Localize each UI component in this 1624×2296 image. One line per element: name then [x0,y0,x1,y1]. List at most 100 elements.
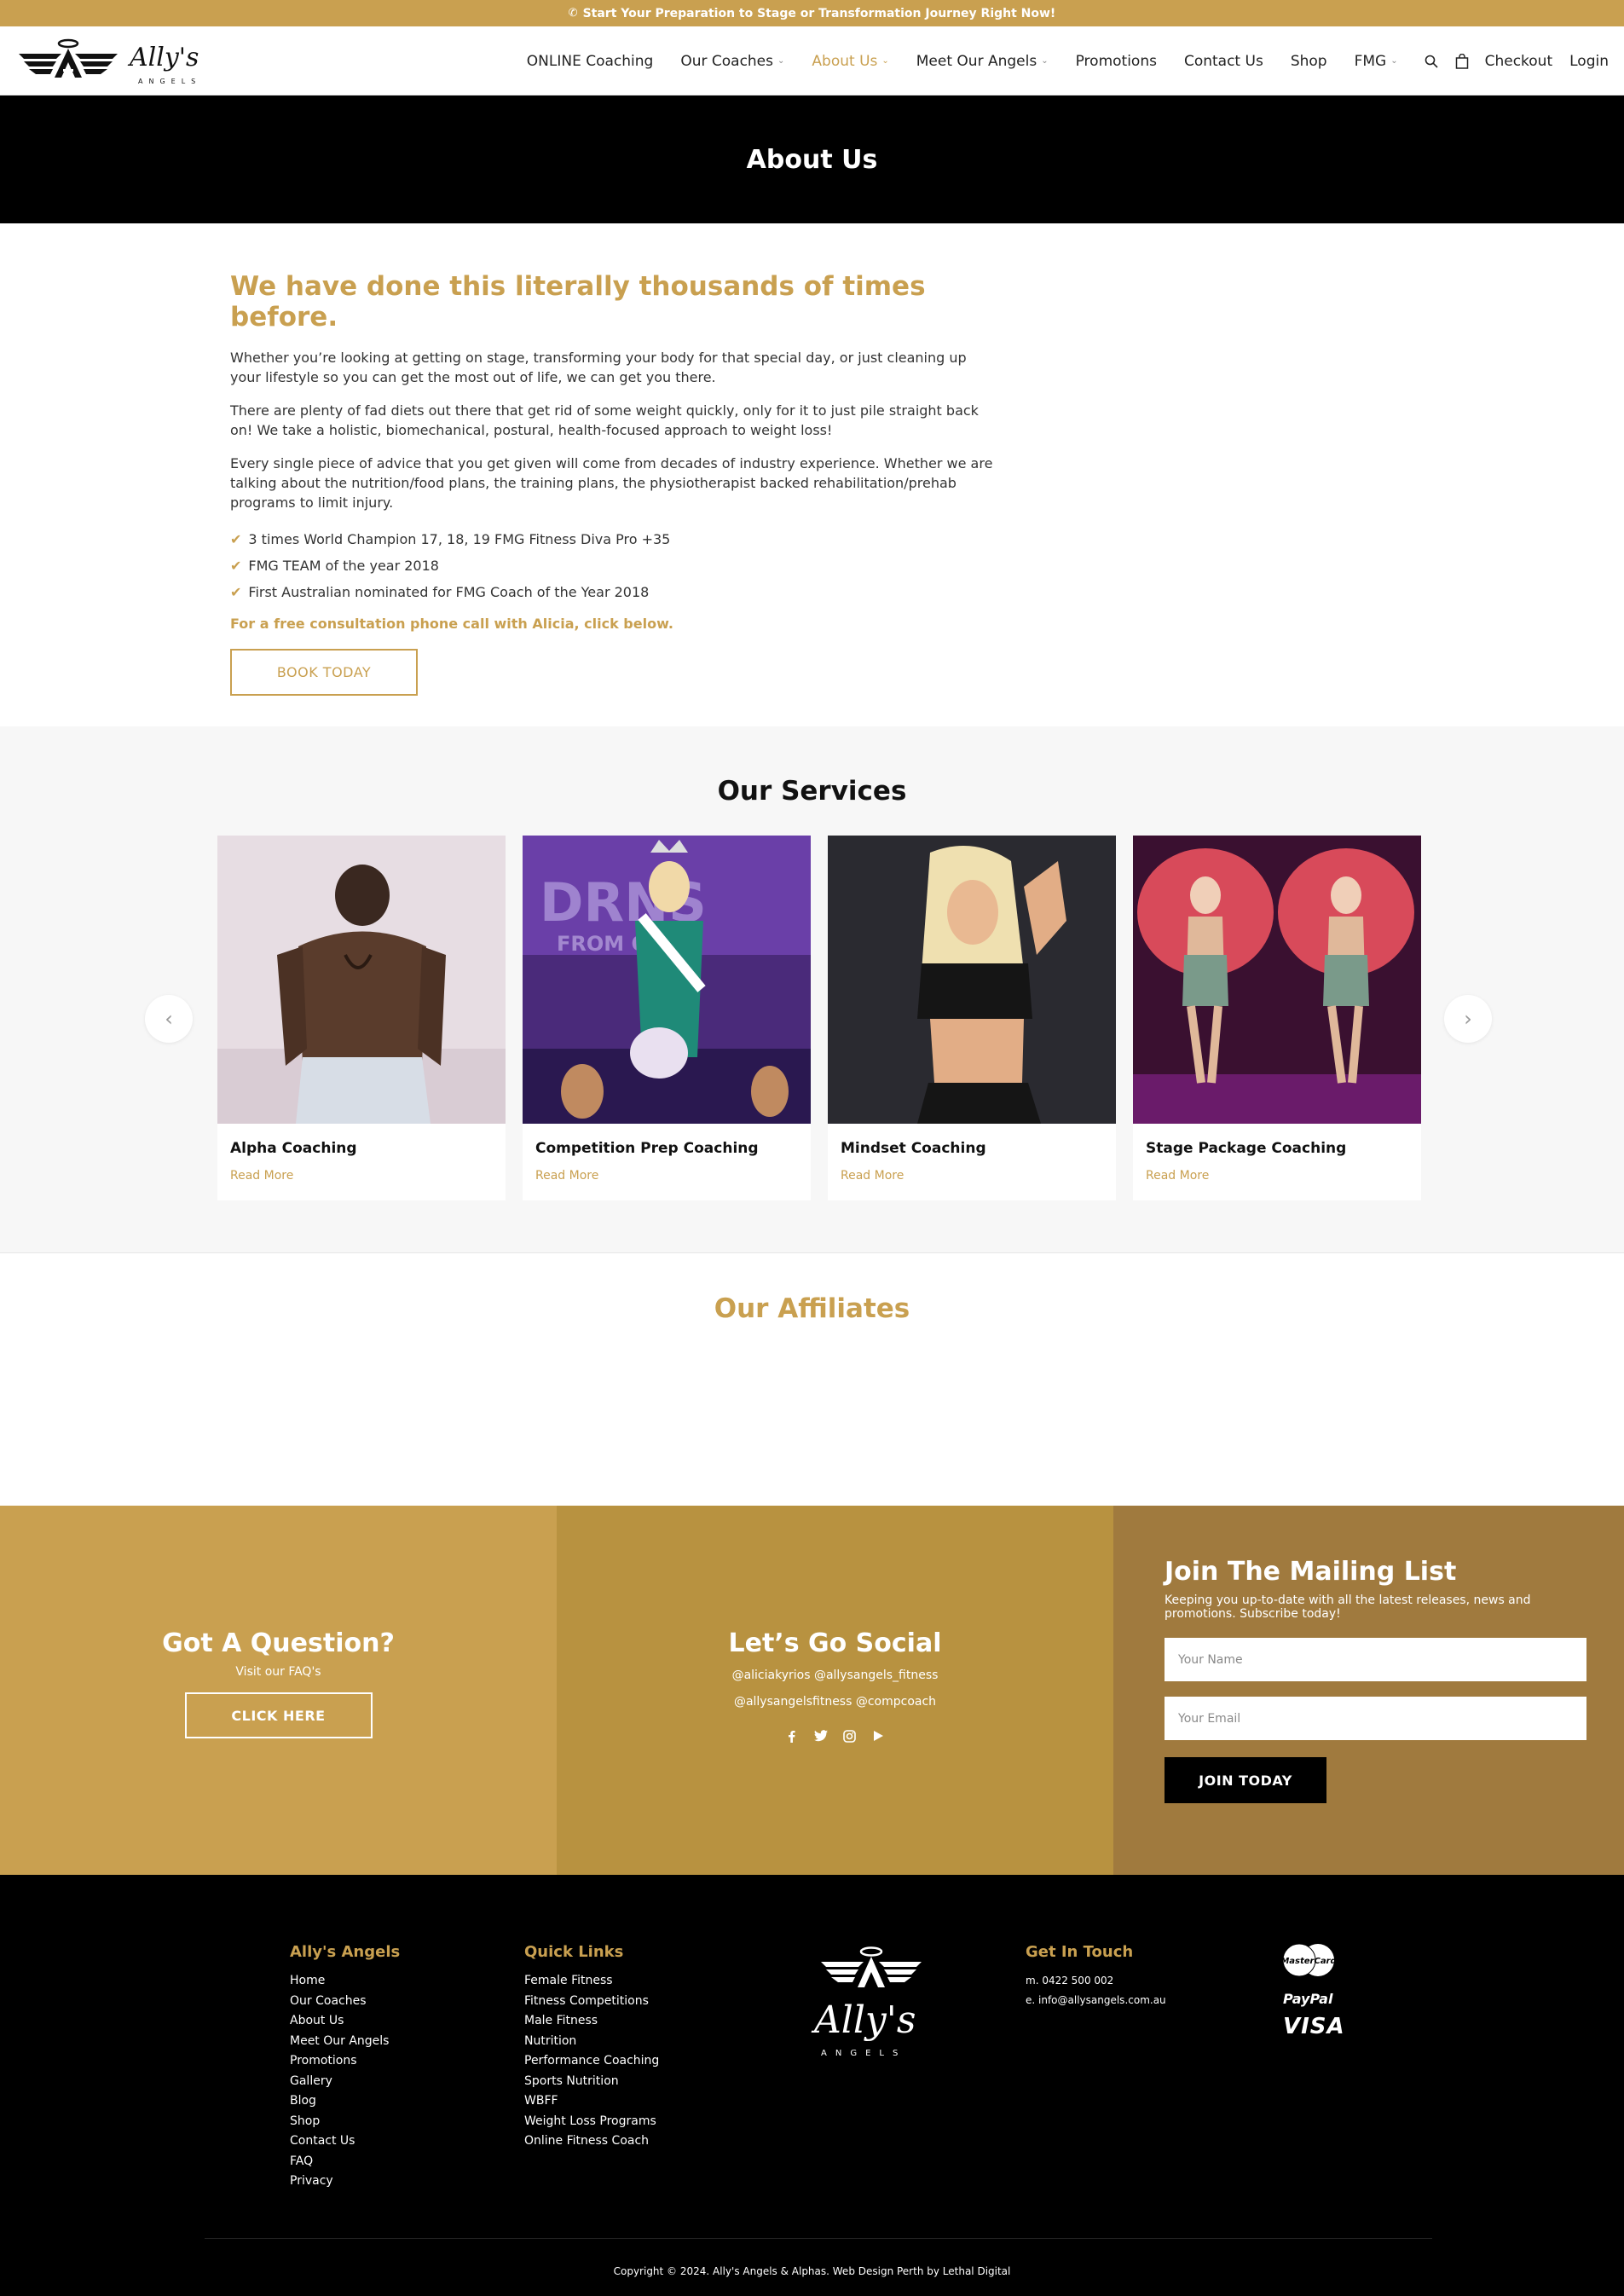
service-image: DRNS FROM ON [523,836,811,1124]
footer-link-sports-nutrition[interactable]: Sports Nutrition [524,2072,659,2092]
service-card[interactable]: DRNS FROM ON Competition Prep Coaching R… [523,836,811,1200]
footer-link-gallery[interactable]: Gallery [290,2072,400,2092]
service-card[interactable]: Alpha Coaching Read More [217,836,506,1200]
svg-text:Ally's: Ally's [811,1998,916,2042]
nav-our-coaches[interactable]: Our Coaches ⌄ [680,53,784,70]
svg-text:Ally's: Ally's [127,43,199,72]
read-more-link[interactable]: Read More [828,1157,1116,1183]
service-card[interactable]: Mindset Coaching Read More [828,836,1116,1200]
footer-link-online-fitness-coach[interactable]: Online Fitness Coach [524,2131,659,2152]
announcement-bar[interactable]: ✆ Start Your Preparation to Stage or Tra… [0,0,1624,26]
faq-click-here-button[interactable]: CLICK HERE [184,1692,373,1738]
faq-subtitle: Visit our FAQ's [235,1665,321,1679]
footer-col-allys-angels: Ally's Angels Home Our Coaches About Us … [290,1943,400,2192]
name-field[interactable]: Your Name [1165,1638,1586,1681]
footer-link-about-us[interactable]: About Us [290,2011,400,2032]
footer-link-promotions[interactable]: Promotions [290,2051,400,2072]
social-icons [557,1729,1113,1743]
list-item: ✔ FMG TEAM of the year 2018 [230,552,997,579]
site-header: Ally's ANGELS ONLINE Coaching Our Coache… [0,26,1624,95]
footer-link-contact-us[interactable]: Contact Us [290,2131,400,2152]
join-today-button[interactable]: JOIN TODAY [1165,1757,1326,1803]
service-title: Competition Prep Coaching [535,1140,759,1157]
mastercard-icon: MasterCard [1280,1943,1338,1977]
svg-text:ANGELS: ANGELS [138,78,201,85]
affiliates-section: Our Affiliates [0,1254,1624,1506]
read-more-link[interactable]: Read More [523,1157,811,1183]
read-more-link[interactable]: Read More [1133,1157,1421,1183]
list-item-text: FMG TEAM of the year 2018 [248,558,439,574]
nav-label: FMG [1354,52,1387,70]
check-icon: ✔ [230,584,242,600]
footer-link-faq[interactable]: FAQ [290,2152,400,2172]
chevron-down-icon: ⌄ [1041,56,1049,66]
footer-link-weight-loss-programs[interactable]: Weight Loss Programs [524,2112,659,2132]
twitter-icon[interactable] [813,1729,828,1743]
mailing-description: Keeping you up-to-date with all the late… [1165,1593,1531,1621]
nav-promotions[interactable]: Promotions [1076,53,1157,70]
svg-text:ANGELS: ANGELS [821,2049,906,2058]
nav-online-coaching[interactable]: ONLINE Coaching [527,53,654,70]
footer-heading: Quick Links [524,1943,624,1961]
copyright-text: Copyright © 2024. Ally's Angels & Alphas… [613,2265,1011,2277]
services-carousel: Alpha Coaching Read More DRNS FROM ON Co… [217,836,1421,1200]
service-card[interactable]: Stage Package Coaching Read More [1133,836,1421,1200]
footer-divider [205,2238,1432,2239]
read-more-link[interactable]: Read More [217,1157,506,1183]
nav-contact-us[interactable]: Contact Us [1184,53,1263,70]
nav-shop[interactable]: Shop [1291,53,1327,70]
footer-logo[interactable]: Ally's ANGELS [806,1943,938,2062]
footer-link-performance-coaching[interactable]: Performance Coaching [524,2051,659,2072]
list-item: ✔ First Australian nominated for FMG Coac… [230,579,997,605]
affiliates-title: Our Affiliates [714,1293,910,1324]
phone-icon: ✆ [568,7,578,20]
footer-link-male-fitness[interactable]: Male Fitness [524,2011,659,2032]
about-paragraph: There are plenty of fad diets out there … [230,402,979,438]
nav-label: ONLINE Coaching [526,52,654,70]
footer-link-our-coaches[interactable]: Our Coaches [290,1992,400,2012]
footer-link-blog[interactable]: Blog [290,2091,400,2112]
footer-link-female-fitness[interactable]: Female Fitness [524,1971,659,1992]
nav-about-us[interactable]: About Us ⌄ [812,53,888,70]
nav-label: Promotions [1075,52,1157,70]
footer-link-nutrition[interactable]: Nutrition [524,2032,659,2052]
footer-heading: Get In Touch [1026,1943,1134,1961]
nav-label: Meet Our Angels [916,52,1037,70]
youtube-icon[interactable] [872,1729,886,1743]
carousel-next-button[interactable]: › [1444,995,1492,1043]
footer-link-wbff[interactable]: WBFF [524,2091,659,2112]
svg-text:MasterCard: MasterCard [1280,1957,1337,1966]
footer-email[interactable]: e. info@allysangels.com.au [1026,1991,1166,2010]
visa-icon: VISA [1283,2014,1345,2039]
footer-link-meet-our-angels[interactable]: Meet Our Angels [290,2032,400,2052]
nav-fmg[interactable]: FMG ⌄ [1355,53,1398,70]
checkout-link[interactable]: Checkout [1485,53,1553,70]
about-paragraph: Every single piece of advice that you ge… [230,455,993,511]
footer-link-privacy[interactable]: Privacy [290,2172,400,2192]
chevron-down-icon: ⌄ [881,56,889,66]
nav-meet-our-angels[interactable]: Meet Our Angels ⌄ [916,53,1049,70]
check-icon: ✔ [230,558,242,574]
service-image [828,836,1116,1124]
site-logo[interactable]: Ally's ANGELS [17,35,222,88]
footer-phone[interactable]: m. 0422 500 002 [1026,1971,1166,1991]
about-heading: We have done this literally thousands of… [230,271,926,333]
book-today-button[interactable]: BOOK TODAY [230,649,418,696]
footer-link-shop[interactable]: Shop [290,2112,400,2132]
login-link[interactable]: Login [1569,53,1609,70]
email-field[interactable]: Your Email [1165,1697,1586,1740]
consultation-text: For a free consultation phone call with … [230,616,673,632]
search-icon[interactable] [1424,54,1439,69]
payment-methods: MasterCard PayPal VISA [1279,1943,1347,2039]
faq-panel: Got A Question? Visit our FAQ's CLICK HE… [0,1506,557,1875]
instagram-icon[interactable] [843,1729,857,1743]
facebook-icon[interactable] [785,1729,799,1743]
nav-label: Our Coaches [680,52,774,70]
footer-link-home[interactable]: Home [290,1971,400,1992]
footer-col-quick-links: Quick Links Female Fitness Fitness Compe… [524,1943,659,2152]
carousel-prev-button[interactable]: ‹ [145,995,193,1043]
footer-link-fitness-competitions[interactable]: Fitness Competitions [524,1992,659,2012]
check-icon: ✔ [230,531,242,547]
paypal-icon: PayPal [1283,1991,1333,2007]
cart-icon[interactable] [1454,53,1470,69]
